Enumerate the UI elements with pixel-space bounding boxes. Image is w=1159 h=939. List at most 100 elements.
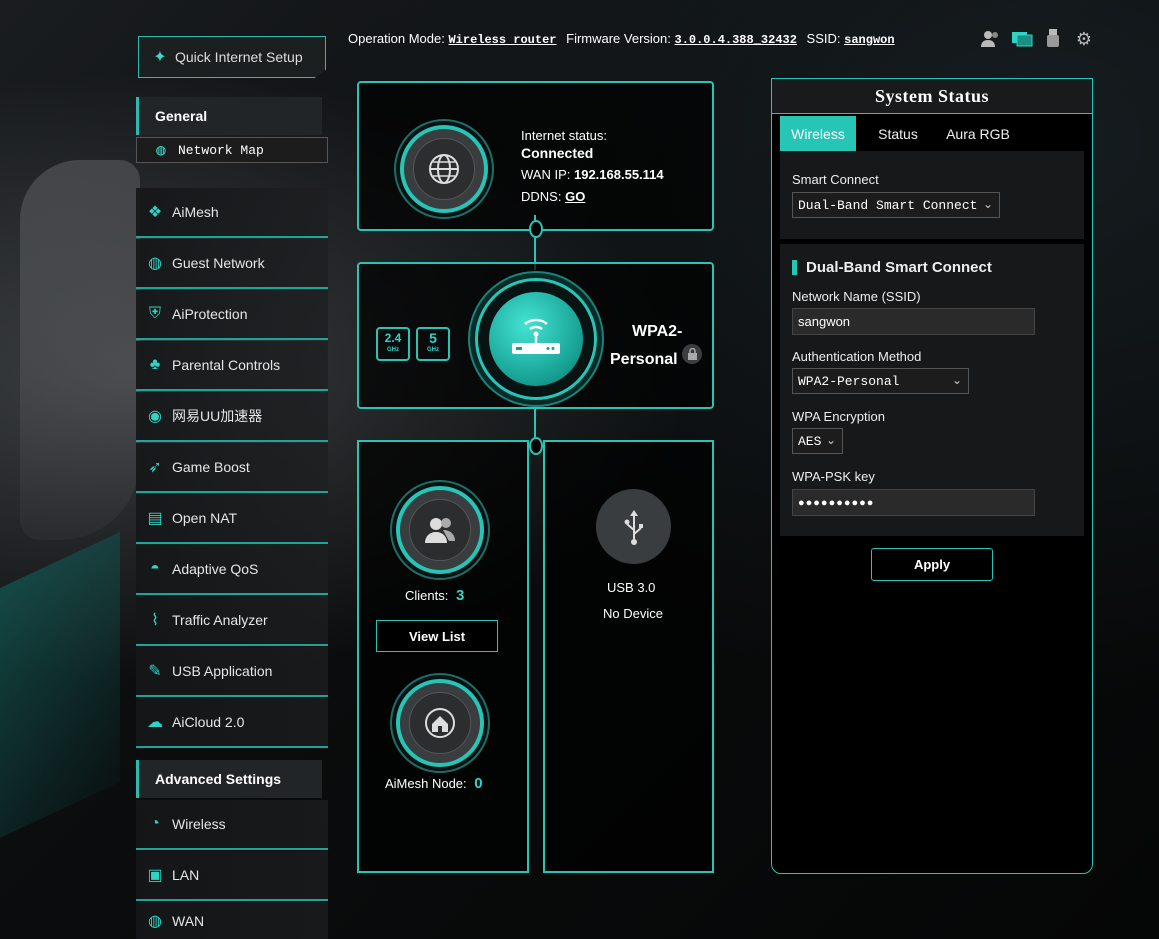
shield-icon: ⛨ — [148, 305, 161, 322]
ssid-field-label: Network Name (SSID) — [792, 289, 921, 304]
clients-icon — [409, 499, 471, 561]
system-status-title: System Status — [772, 79, 1092, 114]
nat-icon: ▤ — [147, 510, 163, 527]
wpa-encryption-select[interactable]: AES ⌄ — [792, 428, 843, 454]
menu-item-network-map[interactable]: ◍ Network Map — [136, 137, 328, 163]
usb-app-icon: ✎ — [148, 663, 162, 680]
router-button[interactable] — [475, 278, 597, 400]
menu-label: Open NAT — [172, 510, 238, 526]
menu-item-guest-network[interactable]: ◍ Guest Network — [136, 239, 328, 289]
psk-label: WPA-PSK key — [792, 469, 875, 484]
ddns-row: DDNS: GO — [521, 189, 585, 204]
menu-item-open-nat[interactable]: ▤ Open NAT — [136, 494, 328, 544]
menu-item-aimesh[interactable]: ❖ AiMesh — [136, 188, 328, 238]
tab-wireless[interactable]: Wireless — [780, 116, 856, 151]
router-icon — [489, 292, 583, 386]
usb-symbol-icon — [624, 509, 643, 545]
section-accent-bar — [792, 260, 797, 275]
menu-label: Game Boost — [172, 459, 250, 475]
band-5-label: 5 — [429, 330, 437, 346]
internet-status-label: Internet status: — [521, 128, 607, 143]
menu-item-aiprotection[interactable]: ⛨ AiProtection — [136, 290, 328, 340]
quick-setup-label: Quick Internet Setup — [175, 49, 303, 65]
menu-label: LAN — [172, 867, 200, 883]
globe-icon: ◍ — [156, 142, 166, 160]
general-header: General — [136, 97, 322, 135]
menu-label: USB Application — [172, 663, 273, 679]
clients-count: 3 — [455, 587, 465, 604]
monitor-icon[interactable] — [1011, 28, 1033, 50]
menu-label: AiMesh — [172, 204, 219, 220]
aimesh-node-button[interactable] — [396, 679, 484, 767]
menu-label: Parental Controls — [172, 357, 281, 373]
wan-globe-icon: ◍ — [148, 912, 162, 930]
menu-item-uu-accelerator[interactable]: ◉ 网易UU加速器 — [136, 392, 328, 442]
aimesh-home-icon — [409, 692, 471, 754]
wpa-encryption-label: WPA Encryption — [792, 409, 885, 424]
op-mode-link[interactable]: Wireless router — [448, 33, 556, 47]
status-header: Operation Mode: Wireless router Firmware… — [348, 31, 901, 47]
security-line2: Personal — [610, 351, 678, 368]
quick-internet-setup-button[interactable]: ✦ Quick Internet Setup — [138, 36, 326, 78]
menu-item-game-boost[interactable]: ➶ Game Boost — [136, 443, 328, 493]
menu-item-parental-controls[interactable]: ♣ Parental Controls — [136, 341, 328, 391]
aimesh-count: 0 — [474, 775, 483, 792]
menu-item-traffic-analyzer[interactable]: ⌇ Traffic Analyzer — [136, 596, 328, 646]
band-5-icon[interactable]: 5 GHz — [416, 327, 450, 361]
family-icon: ♣ — [149, 356, 161, 373]
connector-node-2 — [529, 437, 543, 455]
wpa-encryption-value: AES — [798, 433, 822, 449]
usb-button[interactable] — [596, 489, 671, 564]
smart-connect-value: Dual-Band Smart Connect — [798, 197, 978, 213]
wan-ip-row: WAN IP: 192.168.55.114 — [521, 167, 664, 182]
menu-label: Guest Network — [172, 255, 265, 271]
uu-icon: ◉ — [148, 408, 162, 425]
chevron-down-icon: ⌄ — [982, 197, 993, 211]
band-24-icon[interactable]: 2.4 GHz — [376, 327, 410, 361]
menu-item-wireless[interactable]: ◔ Wireless — [136, 800, 328, 850]
mesh-icon: ❖ — [147, 204, 163, 221]
header-icons: ⚙ — [980, 28, 1095, 50]
menu-item-lan[interactable]: ▣ LAN — [136, 851, 328, 901]
menu-label: Adaptive QoS — [172, 561, 259, 577]
firmware-link[interactable]: 3.0.0.4.388_32432 — [675, 33, 797, 47]
menu-item-aicloud[interactable]: ☁ AiCloud 2.0 — [136, 698, 328, 748]
menu-item-adaptive-qos[interactable]: ◓ Adaptive QoS — [136, 545, 328, 595]
guest-globe-icon: ◍ — [148, 255, 162, 272]
clients-button[interactable] — [396, 486, 484, 574]
menu-item-usb-application[interactable]: ✎ USB Application — [136, 647, 328, 697]
gear-icon[interactable]: ⚙ — [1073, 28, 1095, 50]
wan-ip-value: 192.168.55.114 — [573, 167, 664, 182]
auth-method-select[interactable]: WPA2-Personal ⌄ — [792, 368, 969, 394]
aimesh-label: AiMesh Node: — [385, 776, 467, 791]
wifi-icon: ◔ — [150, 815, 160, 832]
clients-label: Clients: — [405, 588, 449, 603]
menu-label: AiCloud 2.0 — [172, 714, 245, 730]
tab-aura-rgb[interactable]: Aura RGB — [938, 116, 1018, 151]
band-24-label: 2.4 — [384, 331, 402, 345]
chevron-down-icon: ⌄ — [825, 433, 836, 447]
view-list-button[interactable]: View List — [376, 620, 498, 652]
menu-label: Network Map — [178, 142, 264, 158]
background-character-art — [20, 160, 140, 540]
op-mode-label: Operation Mode: — [348, 31, 445, 46]
rocket-icon: ➶ — [148, 459, 162, 476]
security-line1: WPA2- — [632, 323, 683, 340]
usb-status: No Device — [603, 606, 663, 621]
ssid-link[interactable]: sangwon — [844, 33, 894, 47]
menu-label: WAN — [172, 912, 205, 929]
globe-icon — [413, 138, 475, 200]
usb-icon[interactable] — [1042, 28, 1064, 50]
psk-input[interactable]: ●●●●●●●●●● — [792, 489, 1035, 516]
users-icon[interactable] — [980, 28, 1002, 50]
tab-status[interactable]: Status — [862, 116, 934, 151]
smart-connect-select[interactable]: Dual-Band Smart Connect ⌄ — [792, 192, 1000, 218]
ssid-input[interactable]: sangwon — [792, 308, 1035, 335]
ddns-go-link[interactable]: GO — [565, 189, 585, 204]
apply-button[interactable]: Apply — [871, 548, 993, 581]
band-5-unit: GHz — [427, 347, 439, 353]
internet-globe-button[interactable] — [400, 125, 488, 213]
chevron-down-icon: ⌄ — [951, 373, 962, 387]
ddns-label: DDNS: — [521, 189, 562, 204]
menu-item-wan[interactable]: ◍ WAN — [136, 902, 328, 939]
